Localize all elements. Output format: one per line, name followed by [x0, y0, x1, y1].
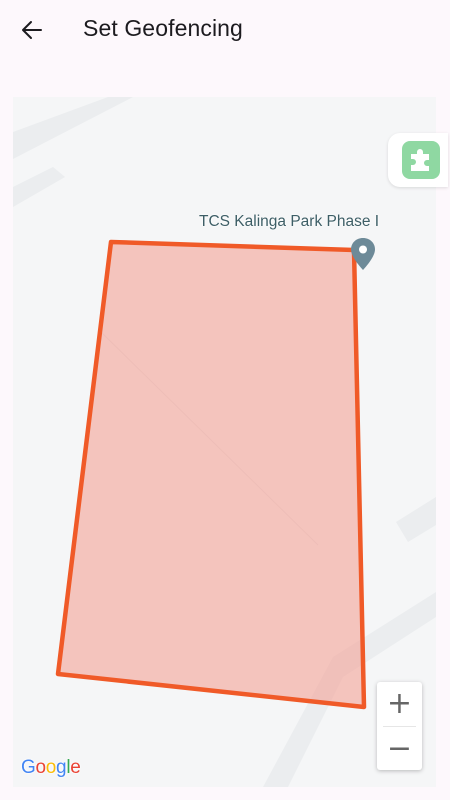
google-letter: G	[21, 757, 36, 778]
arrow-left-icon	[22, 21, 42, 39]
page-title: Set Geofencing	[83, 15, 243, 41]
back-button[interactable]	[14, 12, 50, 48]
plugin-chip[interactable]	[388, 133, 448, 187]
google-letter: o	[35, 757, 46, 778]
app-bar: Set Geofencing	[0, 0, 450, 62]
zoom-control: + −	[377, 682, 422, 770]
zoom-in-button[interactable]: +	[377, 682, 422, 725]
map-pin-icon[interactable]	[349, 237, 377, 271]
google-letter: g	[56, 757, 67, 778]
map-view[interactable]: TCS Kalinga Park Phase I + − Google	[13, 97, 436, 787]
google-letter: o	[45, 757, 57, 778]
place-label[interactable]: TCS Kalinga Park Phase I	[199, 213, 379, 231]
puzzle-piece-icon	[402, 141, 440, 179]
google-logo[interactable]: Google	[21, 757, 81, 779]
google-letter: e	[70, 757, 81, 778]
geofence-polygon[interactable]	[13, 97, 436, 787]
zoom-out-button[interactable]: −	[377, 727, 422, 770]
